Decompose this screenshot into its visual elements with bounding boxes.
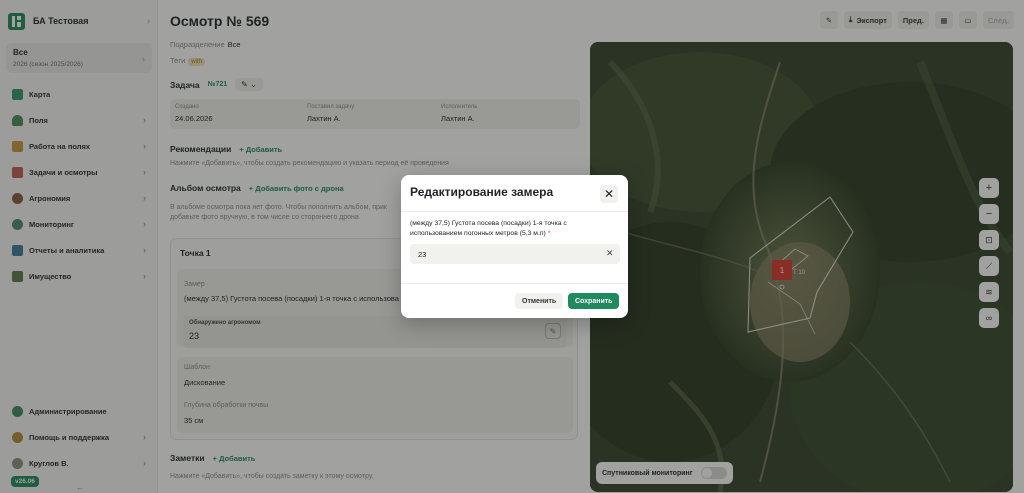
clear-input-icon[interactable]: ✕ [606, 248, 614, 259]
modal-title: Редактирование замера [410, 185, 554, 199]
cancel-button[interactable]: Отменить [515, 293, 564, 309]
required-mark: * [547, 229, 551, 237]
modal-divider [401, 283, 628, 284]
close-icon: ✕ [603, 187, 615, 201]
save-button[interactable]: Сохранить [568, 293, 620, 309]
edit-measure-modal: Редактирование замера ✕ (между 37,5) Гус… [401, 175, 628, 318]
modal-divider [401, 211, 628, 212]
measure-value-input[interactable] [410, 244, 620, 264]
measure-field-label-text: (между 37,5) Густота посева (посадки) 1-… [410, 220, 567, 237]
close-button[interactable]: ✕ [600, 185, 618, 203]
measure-field-label: (между 37,5) Густота посева (посадки) 1-… [410, 219, 620, 238]
